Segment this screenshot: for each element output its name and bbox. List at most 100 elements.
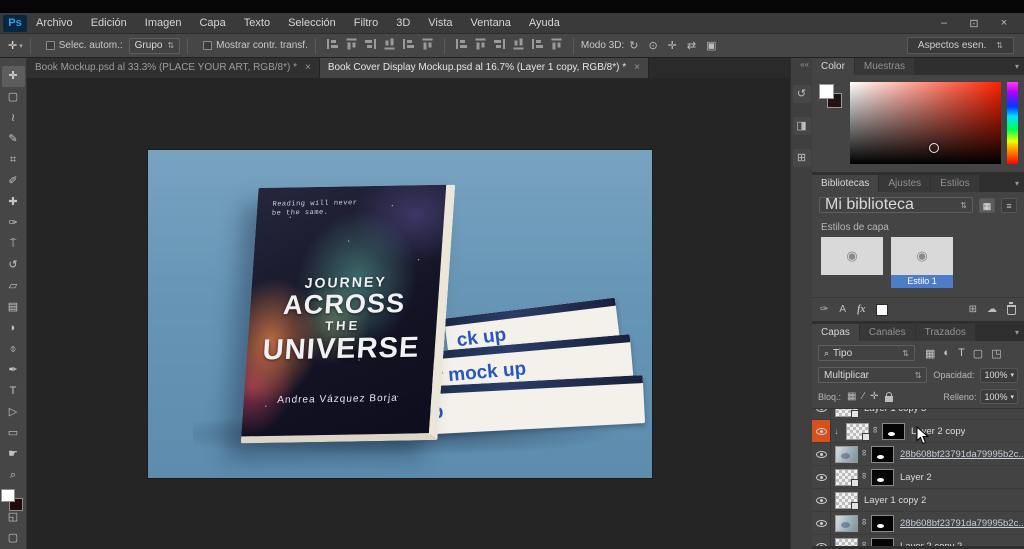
color-tab-muestras[interactable]: Muestras: [854, 58, 915, 75]
3d-slide-icon[interactable]: ⇄: [687, 40, 696, 52]
eyedropper-tool[interactable]: ✐: [2, 171, 25, 192]
panel-menu-icon[interactable]: ▾: [1010, 175, 1024, 192]
quick-selection-tool[interactable]: ✎: [2, 129, 25, 150]
layer-thumbnail[interactable]: [835, 409, 859, 418]
document-tab-2[interactable]: Book Cover Display Mockup.psd al 16.7% (…: [319, 58, 649, 78]
menu-seleccin[interactable]: Selección: [279, 13, 345, 34]
libraries-tab-bibliotecas[interactable]: Bibliotecas: [812, 175, 879, 192]
menu-filtro[interactable]: Filtro: [345, 13, 387, 34]
color-picker-ring-icon[interactable]: [928, 142, 939, 153]
layer-mask-thumbnail[interactable]: [871, 468, 894, 486]
layer-style-thumbnail[interactable]: ◉: [821, 237, 883, 275]
layer-style-selected[interactable]: ◉ Estilo 1: [891, 237, 953, 288]
dodge-tool[interactable]: ⌽: [2, 339, 25, 360]
panel-menu-icon[interactable]: ▾: [1010, 324, 1024, 341]
visibility-cell[interactable]: [812, 489, 831, 511]
layer-mask-thumbnail[interactable]: [871, 537, 894, 546]
layer-name[interactable]: Layer 2 copy: [911, 426, 965, 437]
add-graphic-icon[interactable]: ✑: [820, 304, 828, 315]
eye-icon[interactable]: [815, 450, 827, 458]
grid-view-icon[interactable]: ▦: [979, 197, 995, 213]
add-color-icon[interactable]: [876, 303, 889, 316]
type-tool[interactable]: T: [2, 381, 25, 402]
hue-slider[interactable]: [1007, 82, 1018, 164]
list-view-icon[interactable]: ≡: [1001, 197, 1017, 213]
screen-mode-button[interactable]: ▢: [2, 528, 25, 549]
visibility-cell[interactable]: [812, 443, 831, 465]
layer-thumbnail[interactable]: [835, 537, 858, 546]
layer-row-3[interactable]: ∞ 28b608bf23791da79995b2c...: [812, 443, 1024, 466]
lock-all-icon[interactable]: [884, 391, 893, 402]
menu-3d[interactable]: 3D: [387, 13, 419, 34]
clone-stamp-tool[interactable]: ⍑: [2, 234, 25, 255]
layer-thumbnail[interactable]: [835, 445, 858, 463]
shape-tool[interactable]: ▭: [2, 423, 25, 444]
healing-brush-tool[interactable]: ✚: [2, 192, 25, 213]
zoom-tool[interactable]: ⌕: [2, 465, 25, 486]
menu-ventana[interactable]: Ventana: [462, 13, 520, 34]
menu-ayuda[interactable]: Ayuda: [520, 13, 569, 34]
distribute-bottom-edges-icon[interactable]: [493, 39, 505, 49]
lock-transparent-pixels-icon[interactable]: ▦: [847, 391, 856, 402]
layer-thumbnail[interactable]: [835, 514, 858, 532]
book-mockup-artwork[interactable]: ck upr mock upup Reading will never be t…: [148, 150, 652, 478]
layers-tab-canales[interactable]: Canales: [859, 324, 915, 341]
filter-adjustment-layers-icon[interactable]: ◐: [943, 347, 950, 360]
minimize-button[interactable]: –: [936, 17, 952, 30]
toolbar-grip[interactable]: ∙∙: [11, 58, 15, 66]
eraser-tool[interactable]: ▱: [2, 276, 25, 297]
menu-capa[interactable]: Capa: [190, 13, 234, 34]
eye-icon[interactable]: [815, 542, 827, 546]
3d-drag-icon[interactable]: ✛: [668, 40, 677, 52]
mask-link-icon[interactable]: ∞: [860, 450, 870, 459]
move-tool[interactable]: ✛: [1, 66, 25, 87]
visibility-cell[interactable]: [812, 409, 831, 419]
menu-vista[interactable]: Vista: [419, 13, 461, 34]
device-preview-panel-icon[interactable]: ⊞: [792, 149, 811, 167]
delete-icon[interactable]: [1007, 301, 1016, 315]
libraries-tab-ajustes[interactable]: Ajustes: [879, 175, 931, 192]
layer-name[interactable]: Layer 2 copy 2: [900, 541, 962, 547]
distribute-right-edges-icon[interactable]: [551, 38, 562, 50]
mask-link-icon[interactable]: ∞: [860, 519, 870, 528]
align-right-edges-icon[interactable]: [364, 39, 376, 49]
layer-mask-thumbnail[interactable]: [871, 514, 894, 532]
auto-select-checkbox[interactable]: [45, 41, 55, 50]
distribute-vertical-centers-icon[interactable]: [475, 38, 486, 50]
close-button[interactable]: ×: [996, 17, 1012, 30]
hand-tool[interactable]: ☛: [2, 444, 25, 465]
visibility-cell[interactable]: [812, 535, 831, 546]
eye-icon[interactable]: [815, 427, 827, 435]
layer-row-2[interactable]: ↓ ∞ Layer 2 copy: [812, 420, 1024, 443]
move-tool-options-icon[interactable]: ✛: [8, 39, 17, 52]
distribute-left-edges-icon[interactable]: [513, 38, 524, 50]
blur-tool[interactable]: ◗: [2, 318, 25, 339]
layer-row-4[interactable]: ∞ Layer 2: [812, 466, 1024, 489]
restore-button[interactable]: ⊡: [966, 17, 982, 30]
add-layer-style-icon[interactable]: fx: [857, 304, 865, 315]
eye-icon[interactable]: [815, 496, 827, 504]
filter-type-layers-icon[interactable]: T: [958, 347, 965, 360]
foreground-color-swatch[interactable]: [1, 489, 15, 502]
3d-roll-icon[interactable]: ⊙: [648, 40, 657, 52]
close-tab-icon[interactable]: ×: [305, 58, 311, 78]
3d-rotate-icon[interactable]: ↻: [629, 40, 638, 52]
brush-tool[interactable]: ✑: [2, 213, 25, 234]
layer-row-1[interactable]: Layer 1 copy 3: [812, 409, 1024, 420]
pen-tool[interactable]: ✒: [2, 360, 25, 381]
cloud-sync-icon[interactable]: ☁: [987, 304, 997, 315]
mask-link-icon[interactable]: ∞: [860, 542, 870, 547]
layer-thumbnail[interactable]: [835, 491, 859, 510]
layer-row-6[interactable]: ∞ 28b608bf23791da79995b2c...: [812, 512, 1024, 535]
layer-row-7[interactable]: ∞ Layer 2 copy 2: [812, 535, 1024, 546]
foreground-color-well[interactable]: [819, 84, 834, 99]
marquee-tool[interactable]: ▢: [2, 87, 25, 108]
layer-thumbnail[interactable]: [835, 468, 859, 487]
libraries-tab-estilos[interactable]: Estilos: [931, 175, 979, 192]
distribute-horizontal-centers-icon[interactable]: [531, 39, 543, 49]
document-tab-1[interactable]: Book Mockup.psd al 33.3% (PLACE YOUR ART…: [27, 58, 320, 78]
eye-icon[interactable]: [815, 519, 827, 527]
layer-name[interactable]: Layer 1 copy 2: [864, 495, 926, 506]
filter-pixel-layers-icon[interactable]: ▦: [925, 347, 935, 360]
layer-filter-dropdown[interactable]: ⌕ Tipo ⇅: [818, 345, 915, 361]
